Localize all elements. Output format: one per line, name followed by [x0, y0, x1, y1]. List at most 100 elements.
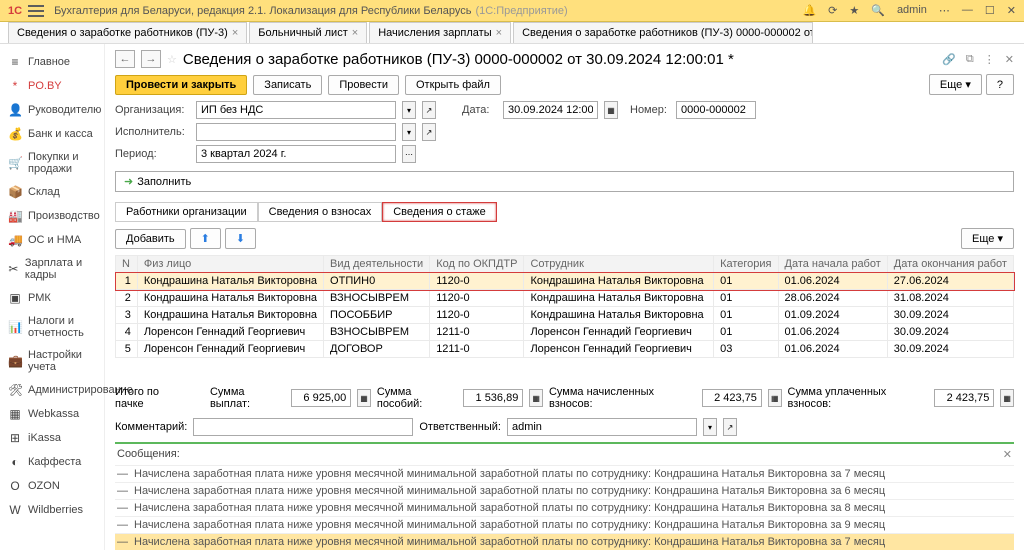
window-tab[interactable]: Сведения о заработке работников (ПУ-3) 0… [513, 22, 813, 43]
col-kod[interactable]: Код по ОКПДТР [430, 256, 524, 273]
exec-open-button[interactable]: ↗ [422, 123, 436, 141]
minimize-icon[interactable]: — [962, 4, 973, 17]
history-icon[interactable]: ⟳ [828, 4, 837, 17]
sidebar-item[interactable]: OOZON [0, 474, 104, 498]
cell-d2[interactable]: 30.09.2024 [887, 324, 1013, 341]
cell-vd[interactable]: ВЗНОСЫВРЕМ [324, 290, 430, 307]
resp-select-button[interactable]: ▾ [703, 418, 717, 436]
cell-d2[interactable]: 30.09.2024 [887, 307, 1013, 324]
col-d1[interactable]: Дата начала работ [778, 256, 887, 273]
cell-fiz[interactable]: Кондрашина Наталья Викторовна [137, 273, 323, 290]
cell-fiz[interactable]: Лоренсон Геннадий Георгиевич [137, 341, 323, 358]
sidebar-item[interactable]: 🛒Покупки и продажи [0, 146, 104, 180]
sidebar-item[interactable]: 🏭Производство [0, 204, 104, 228]
cell-kod[interactable]: 1120-0 [430, 307, 524, 324]
favorite-icon[interactable]: ☆ [167, 53, 177, 66]
col-fiz[interactable]: Физ лицо [137, 256, 323, 273]
period-select-button[interactable]: ⋯ [402, 145, 416, 163]
cell-d1[interactable]: 01.06.2024 [778, 341, 887, 358]
table-row[interactable]: 2Кондрашина Наталья ВикторовнаВЗНОСЫВРЕМ… [116, 290, 1014, 307]
main-menu-button[interactable] [28, 5, 44, 17]
sidebar-item[interactable]: ▣РМК [0, 286, 104, 310]
cell-kod[interactable]: 1211-0 [430, 341, 524, 358]
more-button[interactable]: Еще ▾ [929, 74, 982, 95]
sidebar-item[interactable]: ≡Главное [0, 50, 104, 74]
cell-n[interactable]: 2 [116, 290, 138, 307]
cell-vd[interactable]: ВЗНОСЫВРЕМ [324, 324, 430, 341]
sidebar-item[interactable]: 📊Налоги и отчетность [0, 310, 104, 344]
cell-d2[interactable]: 31.08.2024 [887, 290, 1013, 307]
cell-sot[interactable]: Кондрашина Наталья Викторовна [524, 307, 714, 324]
num-input[interactable] [676, 101, 756, 119]
cell-n[interactable]: 3 [116, 307, 138, 324]
sidebar-item[interactable]: 📦Склад [0, 180, 104, 204]
sidebar-item[interactable]: 🚚ОС и НМА [0, 228, 104, 252]
comment-input[interactable] [193, 418, 413, 436]
period-input[interactable] [196, 145, 396, 163]
cell-cat[interactable]: 01 [714, 324, 778, 341]
date-input[interactable] [503, 101, 598, 119]
cell-cat[interactable]: 01 [714, 273, 778, 290]
cell-n[interactable]: 5 [116, 341, 138, 358]
grid-more-button[interactable]: Еще ▾ [961, 228, 1014, 249]
cell-d1[interactable]: 28.06.2024 [778, 290, 887, 307]
cell-d2[interactable]: 27.06.2024 [887, 273, 1013, 290]
cell-sot[interactable]: Лоренсон Геннадий Георгиевич [524, 341, 714, 358]
table-row[interactable]: 5Лоренсон Геннадий ГеоргиевичДОГОВОР1211… [116, 341, 1014, 358]
org-open-button[interactable]: ↗ [422, 101, 436, 119]
exec-input[interactable] [196, 123, 396, 141]
cell-sot[interactable]: Кондрашина Наталья Викторовна [524, 273, 714, 290]
message-row[interactable]: —Начислена заработная плата ниже уровня … [115, 499, 1014, 516]
cell-vd[interactable]: ПОСОББИР [324, 307, 430, 324]
cell-d1[interactable]: 01.06.2024 [778, 324, 887, 341]
calc-calc-icon[interactable]: ▦ [768, 389, 782, 407]
cell-vd[interactable]: ДОГОВОР [324, 341, 430, 358]
post-button[interactable]: Провести [328, 75, 399, 95]
open-file-button[interactable]: Открыть файл [405, 75, 501, 95]
sidebar-item[interactable]: *PO.BY [0, 74, 104, 98]
message-row[interactable]: —Начислена заработная плата ниже уровня … [115, 482, 1014, 499]
help-button[interactable]: ? [986, 74, 1014, 95]
pos-calc-icon[interactable]: ▦ [529, 389, 543, 407]
cell-cat[interactable]: 03 [714, 341, 778, 358]
star-icon[interactable]: ★ [849, 4, 859, 17]
cell-kod[interactable]: 1120-0 [430, 273, 524, 290]
col-sot[interactable]: Сотрудник [524, 256, 714, 273]
table-row[interactable]: 3 Кондрашина Наталья Викторовна ПОСОББИР11… [116, 307, 1014, 324]
sidebar-item[interactable]: 👤Руководителю [0, 98, 104, 122]
org-select-button[interactable]: ▾ [402, 101, 416, 119]
sidebar-item[interactable]: ✂Зарплата и кадры [0, 252, 104, 286]
pos-value[interactable]: 1 536,89 [463, 389, 523, 407]
cell-n[interactable]: 4 [116, 324, 138, 341]
sidebar-item[interactable]: ▦Webkassa [0, 402, 104, 426]
notifications-icon[interactable]: 🔔 [802, 4, 816, 17]
tab-close-icon[interactable]: × [496, 27, 502, 39]
user-label[interactable]: admin [897, 4, 927, 17]
cell-fiz[interactable]: Кондрашина Наталья Викторовна [137, 290, 323, 307]
post-close-button[interactable]: Провести и закрыть [115, 75, 247, 95]
fill-button[interactable]: ➜Заполнить [115, 171, 1014, 192]
window-tab[interactable]: Больничный лист× [249, 22, 367, 43]
add-row-button[interactable]: Добавить [115, 229, 186, 249]
cell-vd[interactable]: ОТПИН0 [324, 273, 430, 290]
message-row[interactable]: —Начислена заработная плата ниже уровня … [115, 533, 1014, 550]
cell-kod[interactable]: 1211-0 [430, 324, 524, 341]
cell-d1[interactable]: 01.09.2024 [778, 307, 887, 324]
close-page-icon[interactable]: ✕ [1005, 53, 1014, 66]
cell-n[interactable]: 1 [116, 273, 138, 290]
cell-cat[interactable]: 01 [714, 290, 778, 307]
cell-sot[interactable]: Лоренсон Геннадий Георгиевич [524, 324, 714, 341]
cell-cat[interactable]: 01 [714, 307, 778, 324]
resp-input[interactable] [507, 418, 697, 436]
tab-experience[interactable]: Сведения о стаже [382, 202, 497, 222]
window-tab[interactable]: Сведения о заработке работников (ПУ-3)× [8, 22, 247, 43]
sidebar-item[interactable]: WWildberries [0, 498, 104, 522]
close-app-icon[interactable]: ✕ [1007, 4, 1016, 17]
write-button[interactable]: Записать [253, 75, 322, 95]
nav-forward-button[interactable]: → [141, 50, 161, 68]
move-down-button[interactable]: ⬇ [225, 228, 256, 249]
search-icon[interactable]: 🔍 [871, 4, 885, 17]
cell-d1[interactable]: 01.06.2024 [778, 273, 887, 290]
col-n[interactable]: N [116, 256, 138, 273]
col-d2[interactable]: Дата окончания работ [887, 256, 1013, 273]
